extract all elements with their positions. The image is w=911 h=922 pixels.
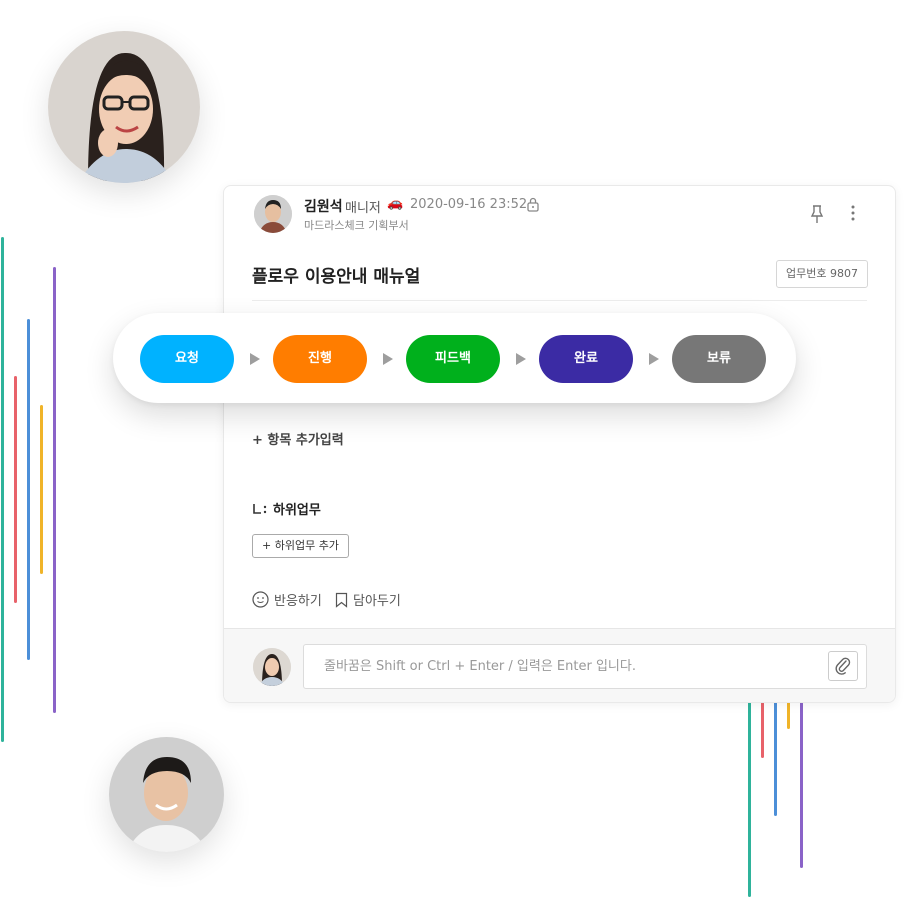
attach-button[interactable] (828, 651, 858, 681)
react-label: 반응하기 (274, 594, 322, 609)
car-icon: 🚗 (387, 196, 404, 211)
bookmark-icon (335, 592, 348, 608)
arrow-icon (250, 353, 260, 365)
divider (252, 300, 867, 301)
decor-line (40, 405, 43, 574)
save-button[interactable]: 담아두기 (335, 590, 401, 609)
user-avatar-man (109, 737, 224, 852)
arrow-icon (649, 353, 659, 365)
task-number-badge: 업무번호 9807 (776, 260, 868, 288)
decor-line (53, 267, 56, 713)
user-avatar-woman (48, 31, 200, 183)
post-title: 플로우 이용안내 매뉴얼 (252, 267, 421, 287)
comment-input[interactable] (322, 645, 806, 688)
arrow-icon (383, 353, 393, 365)
status-selector: 요청 진행 피드백 완료 보류 (113, 313, 796, 403)
decor-line (761, 702, 764, 758)
status-hold-button[interactable]: 보류 (672, 335, 766, 383)
comment-box (303, 644, 867, 689)
decor-line (787, 702, 790, 729)
add-subtask-button[interactable]: + 하위업무 추가 (252, 534, 349, 558)
save-label: 담아두기 (353, 594, 401, 609)
decor-line (748, 702, 751, 897)
status-complete-button[interactable]: 완료 (539, 335, 633, 383)
decor-line (1, 237, 4, 742)
lock-icon (527, 197, 539, 212)
react-button[interactable]: 반응하기 (252, 590, 322, 609)
decor-line (27, 319, 30, 660)
decor-line (14, 376, 17, 603)
author-avatar[interactable] (254, 195, 292, 233)
more-icon[interactable] (848, 204, 858, 222)
decor-line (774, 702, 777, 816)
paperclip-icon (835, 657, 851, 675)
status-feedback-button[interactable]: 피드백 (406, 335, 500, 383)
author-role: 매니저 (345, 201, 381, 216)
subtask-section-title: 하위업무 (252, 499, 321, 518)
comment-area (224, 628, 895, 702)
pin-icon[interactable] (809, 204, 825, 224)
decor-line (800, 702, 803, 868)
author-name[interactable]: 김원석 (304, 196, 343, 216)
subtask-title: 하위업무 (273, 503, 321, 518)
status-request-button[interactable]: 요청 (140, 335, 234, 383)
smile-icon (252, 591, 269, 608)
arrow-icon (516, 353, 526, 365)
author-department: 마드라스체크 기획부서 (304, 219, 409, 232)
add-item-button[interactable]: + 항목 추가입력 (252, 429, 344, 448)
post-date: 2020-09-16 23:52 (410, 197, 528, 212)
subtask-icon (253, 504, 267, 514)
post-card: 김원석 매니저 🚗 2020-09-16 23:52 마드라스체크 기획부서 플… (223, 185, 896, 703)
status-progress-button[interactable]: 진행 (273, 335, 367, 383)
current-user-avatar (253, 648, 291, 686)
